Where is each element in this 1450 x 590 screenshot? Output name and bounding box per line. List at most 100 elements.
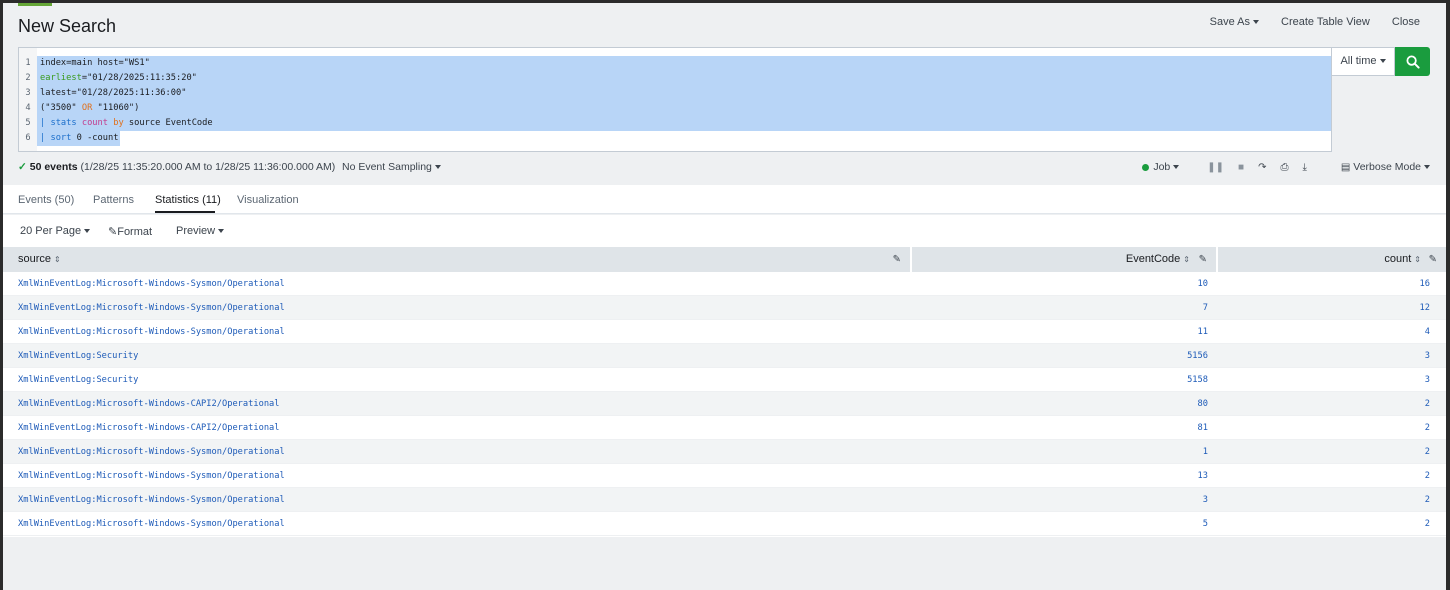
- search-line-1[interactable]: 1 index=main host="WS1": [19, 56, 1331, 71]
- search-text: ("3500": [40, 103, 82, 113]
- cell-eventcode[interactable]: 81: [1198, 416, 1208, 440]
- cell-eventcode[interactable]: 5158: [1187, 368, 1208, 392]
- preview-label: Preview: [176, 225, 216, 237]
- column-header-eventcode[interactable]: EventCode ⇕ ✎: [912, 247, 1216, 272]
- column-header-count[interactable]: count ⇕ ✎: [1218, 247, 1446, 272]
- stop-icon[interactable]: ■: [1238, 162, 1244, 173]
- cell-count[interactable]: 16: [1420, 272, 1430, 296]
- column-label: source: [18, 253, 52, 265]
- create-table-view-button[interactable]: Create Table View: [1281, 16, 1370, 28]
- table-row: XmlWinEventLog:Microsoft-Windows-Sysmon/…: [3, 296, 1446, 320]
- cell-source[interactable]: XmlWinEventLog:Microsoft-Windows-Sysmon/…: [18, 440, 285, 464]
- event-sampling-dropdown[interactable]: No Event Sampling: [342, 161, 441, 173]
- pause-icon[interactable]: ❚❚: [1207, 162, 1224, 173]
- per-page-dropdown[interactable]: 20 Per Page: [20, 225, 91, 237]
- chevron-down-icon: [1379, 59, 1386, 64]
- table-row: XmlWinEventLog:Microsoft-Windows-Sysmon/…: [3, 512, 1446, 536]
- cell-count[interactable]: 3: [1425, 368, 1430, 392]
- search-text: index=main host="WS1": [40, 58, 150, 68]
- cell-source[interactable]: XmlWinEventLog:Microsoft-Windows-CAPI2/O…: [18, 392, 280, 416]
- job-status-row: ✓ 50 events (1/28/25 11:35:20.000 AM to …: [18, 161, 1430, 175]
- page-footer-space: [3, 551, 1446, 590]
- table-row: XmlWinEventLog:Security 5158 3: [3, 368, 1446, 392]
- page-title: New Search: [18, 16, 117, 36]
- cell-eventcode[interactable]: 1: [1203, 440, 1208, 464]
- cell-eventcode[interactable]: 5156: [1187, 344, 1208, 368]
- search-text: 0 -count: [71, 133, 119, 143]
- cell-eventcode[interactable]: 13: [1198, 464, 1208, 488]
- search-text: latest="01/28/2025:11:36:00": [40, 88, 187, 98]
- tab-statistics[interactable]: Statistics (11): [155, 194, 221, 206]
- chevron-down-icon: [84, 229, 91, 234]
- search-function: count: [81, 118, 108, 128]
- tab-patterns[interactable]: Patterns: [93, 194, 134, 206]
- cell-eventcode[interactable]: 3: [1203, 488, 1208, 512]
- search-line-3[interactable]: 3 latest="01/28/2025:11:36:00": [19, 86, 1331, 101]
- cell-count[interactable]: 2: [1425, 392, 1430, 416]
- cell-eventcode[interactable]: 80: [1198, 392, 1208, 416]
- sort-icon: ⇕: [1414, 255, 1421, 264]
- search-keyword: earliest: [40, 73, 82, 83]
- line-number: 6: [19, 131, 37, 146]
- search-line-5[interactable]: 5 | stats count by source EventCode: [19, 116, 1331, 131]
- search-mode-dropdown[interactable]: ▤ Verbose Mode: [1341, 161, 1430, 173]
- cell-source[interactable]: XmlWinEventLog:Microsoft-Windows-Sysmon/…: [18, 488, 285, 512]
- cell-source[interactable]: XmlWinEventLog:Microsoft-Windows-Sysmon/…: [18, 464, 285, 488]
- close-button[interactable]: Close: [1392, 16, 1420, 28]
- cell-eventcode[interactable]: 7: [1203, 296, 1208, 320]
- cell-count[interactable]: 2: [1425, 440, 1430, 464]
- format-button[interactable]: ✎Format: [108, 225, 152, 238]
- tab-visualization[interactable]: Visualization: [237, 194, 299, 206]
- cell-count[interactable]: 3: [1425, 344, 1430, 368]
- chevron-down-icon: [1424, 165, 1430, 170]
- cell-source[interactable]: XmlWinEventLog:Microsoft-Windows-CAPI2/O…: [18, 416, 280, 440]
- save-as-button[interactable]: Save As: [1210, 16, 1259, 28]
- sort-icon: ⇕: [1183, 255, 1190, 264]
- chevron-down-icon: [1173, 165, 1180, 170]
- cell-count[interactable]: 2: [1425, 512, 1430, 536]
- preview-dropdown[interactable]: Preview: [176, 225, 225, 237]
- per-page-label: 20 Per Page: [20, 225, 82, 237]
- cell-count[interactable]: 4: [1425, 320, 1430, 344]
- edit-column-icon[interactable]: ✎: [893, 247, 901, 272]
- pencil-icon: ✎: [108, 226, 118, 238]
- search-line-6[interactable]: 6 | sort 0 -count: [19, 131, 1331, 146]
- search-mode-label: Verbose Mode: [1353, 161, 1421, 173]
- search-editor[interactable]: 1 index=main host="WS1" 2 earliest="01/28/…: [18, 47, 1332, 152]
- cell-source[interactable]: XmlWinEventLog:Security: [18, 344, 138, 368]
- cell-count[interactable]: 2: [1425, 464, 1430, 488]
- cell-source[interactable]: XmlWinEventLog:Security: [18, 368, 138, 392]
- cell-source[interactable]: XmlWinEventLog:Microsoft-Windows-Sysmon/…: [18, 320, 285, 344]
- print-icon[interactable]: ⎙: [1280, 162, 1288, 173]
- line-number: 3: [19, 86, 37, 101]
- cell-eventcode[interactable]: 11: [1198, 320, 1208, 344]
- cell-source[interactable]: XmlWinEventLog:Microsoft-Windows-Sysmon/…: [18, 512, 285, 536]
- cell-count[interactable]: 2: [1425, 488, 1430, 512]
- column-header-source[interactable]: source ⇕ ✎: [3, 247, 910, 272]
- job-controls: Job ❚❚ ■ ↷ ⎙ ⤓ ▤ Verbose Mode: [1142, 161, 1430, 173]
- cell-eventcode[interactable]: 5: [1203, 512, 1208, 536]
- search-line-4[interactable]: 4 ("3500" OR "11060"): [19, 101, 1331, 116]
- cell-count[interactable]: 12: [1420, 296, 1430, 320]
- cell-source[interactable]: XmlWinEventLog:Microsoft-Windows-Sysmon/…: [18, 296, 285, 320]
- tab-events[interactable]: Events (50): [18, 194, 74, 206]
- results-toolbar: 20 Per Page ✎Format Preview: [3, 215, 1446, 247]
- table-row: XmlWinEventLog:Microsoft-Windows-Sysmon/…: [3, 464, 1446, 488]
- event-time-range: (1/28/25 11:35:20.000 AM to 1/28/25 11:3…: [80, 161, 336, 173]
- search-line-2[interactable]: 2 earliest="01/28/2025:11:35:20": [19, 71, 1331, 86]
- event-sampling-label: No Event Sampling: [342, 161, 432, 173]
- search-button[interactable]: [1395, 47, 1430, 76]
- search-command: | sort: [40, 133, 72, 143]
- chevron-down-icon: [1253, 20, 1259, 25]
- cell-count[interactable]: 2: [1425, 416, 1430, 440]
- time-range-picker[interactable]: All time: [1332, 47, 1395, 76]
- export-icon[interactable]: ⤓: [1302, 162, 1306, 173]
- edit-column-icon[interactable]: ✎: [1429, 247, 1437, 272]
- edit-column-icon[interactable]: ✎: [1199, 247, 1207, 272]
- header-actions: Save As Create Table View Close: [1210, 16, 1420, 28]
- job-menu[interactable]: Job: [1142, 161, 1180, 173]
- share-icon[interactable]: ↷: [1258, 162, 1266, 173]
- cell-source[interactable]: XmlWinEventLog:Microsoft-Windows-Sysmon/…: [18, 272, 285, 296]
- statistics-table: source ⇕ ✎ EventCode ⇕ ✎ count ⇕ ✎ XmlWinEv…: [3, 247, 1446, 537]
- cell-eventcode[interactable]: 10: [1198, 272, 1208, 296]
